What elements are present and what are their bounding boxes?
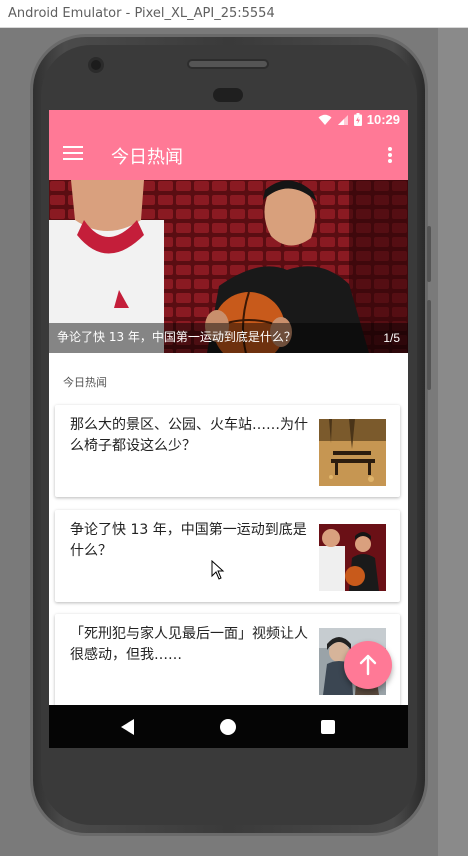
section-header: 今日热闻: [63, 376, 107, 389]
battery-icon: [353, 113, 362, 126]
status-bar: 10:29: [49, 110, 408, 130]
park-bench-photo: [319, 419, 386, 486]
basketball-players-photo: [319, 524, 386, 591]
front-camera: [88, 57, 104, 73]
banner-caption: 争论了快 13 年，中国第一运动到底是什么？: [57, 330, 296, 344]
signal-icon: [337, 114, 348, 125]
hamburger-menu-icon[interactable]: [63, 146, 83, 164]
overflow-menu-icon[interactable]: [388, 147, 392, 163]
app-bar-title: 今日热闻: [111, 147, 183, 168]
story-thumbnail: [319, 419, 386, 486]
wifi-icon: [318, 114, 332, 125]
status-clock: 10:29: [366, 112, 400, 127]
mouse-pointer-icon: [211, 560, 225, 580]
status-icons: 10:29: [318, 112, 400, 127]
scroll-top-fab[interactable]: [344, 641, 392, 689]
emulator-side-strip: [438, 28, 468, 856]
banner-page-indicator: 1/5: [383, 331, 400, 345]
story-thumbnail: [319, 524, 386, 591]
top-story-banner[interactable]: 争论了快 13 年，中国第一运动到底是什么？ 1/5: [49, 180, 408, 353]
story-title: 「死刑犯与家人见最后一面」视频让人很感动，但我……: [70, 626, 308, 663]
proximity-sensor: [213, 88, 243, 102]
power-button[interactable]: [427, 226, 431, 282]
android-nav-bar: [49, 705, 408, 748]
emulator-window-title: Android Emulator - Pixel_XL_API_25:5554: [8, 6, 275, 21]
story-card[interactable]: 那么大的景区、公园、火车站……为什么椅子都设这么少？: [55, 405, 400, 497]
story-card[interactable]: 争论了快 13 年，中国第一运动到底是什么？: [55, 510, 400, 602]
recent-apps-square-icon[interactable]: [321, 720, 335, 734]
arrow-up-icon: [359, 654, 377, 676]
story-title: 那么大的景区、公园、火车站……为什么椅子都设这么少？: [70, 417, 308, 454]
home-circle-icon[interactable]: [220, 719, 236, 735]
story-title: 争论了快 13 年，中国第一运动到底是什么？: [70, 522, 307, 559]
volume-button[interactable]: [427, 300, 431, 390]
app-bar: 今日热闻: [49, 130, 408, 180]
device-screen: 10:29 今日热闻 争论了快 13 年，中国第一运动到底是什么？ 1/5 今日…: [49, 110, 408, 748]
emulator-title-bar: Android Emulator - Pixel_XL_API_25:5554: [0, 0, 468, 28]
earpiece-speaker: [187, 59, 269, 69]
back-triangle-icon[interactable]: [121, 719, 134, 735]
